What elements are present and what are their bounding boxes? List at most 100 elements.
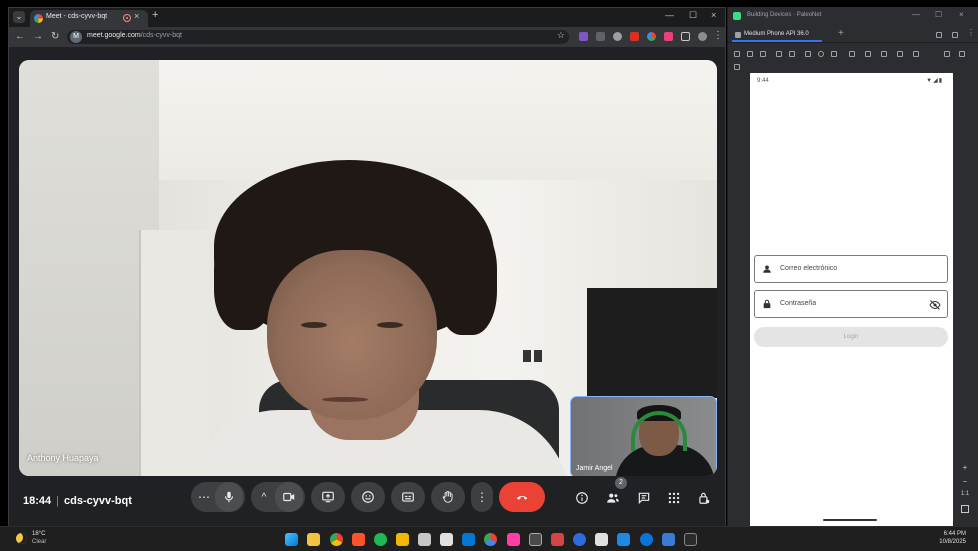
chrome-taskbar-icon[interactable] xyxy=(330,533,343,546)
screen-record-icon[interactable] xyxy=(881,51,887,57)
start-windows-icon[interactable] xyxy=(285,533,298,546)
bookmark-star-icon[interactable]: ☆ xyxy=(557,30,565,41)
new-tab-button[interactable]: + xyxy=(152,9,158,21)
raise-hand-button[interactable] xyxy=(431,482,465,512)
main-video-tile[interactable]: Anthony Huapaya Jamir Angel xyxy=(19,60,717,476)
chrome-2-icon[interactable] xyxy=(484,533,497,546)
studio-maximize-button[interactable]: ☐ xyxy=(935,10,942,19)
snapshot-icon[interactable] xyxy=(734,64,740,70)
zoom-in-button[interactable]: + xyxy=(958,463,972,475)
taskbar-clock[interactable]: 6:44 PM xyxy=(936,531,966,537)
app-14-icon[interactable] xyxy=(573,533,586,546)
device-settings-icon[interactable] xyxy=(936,32,942,38)
extension-3-icon[interactable] xyxy=(613,32,622,41)
moon-weather-icon[interactable] xyxy=(16,533,27,544)
camera-button[interactable] xyxy=(275,482,303,512)
upload-icon[interactable] xyxy=(897,51,903,57)
power-icon[interactable] xyxy=(734,51,740,57)
file-explorer-icon[interactable] xyxy=(307,533,320,546)
mic-button[interactable] xyxy=(215,482,243,512)
extension-5-icon[interactable] xyxy=(647,32,656,41)
studio-minimize-button[interactable]: — xyxy=(912,10,920,19)
profile-avatar-icon[interactable] xyxy=(698,32,707,41)
zoom-out-button[interactable]: − xyxy=(958,477,972,489)
meeting-time: 18:44 xyxy=(23,495,52,507)
back-button[interactable]: ← xyxy=(15,31,25,42)
app-8-icon[interactable] xyxy=(440,533,453,546)
emoji-icon xyxy=(362,491,374,503)
video-eye-left xyxy=(301,322,327,328)
app-13-icon[interactable] xyxy=(551,533,564,546)
extension-4-icon[interactable] xyxy=(630,32,639,41)
site-info-icon[interactable]: M xyxy=(70,31,82,43)
chrome-maximize-button[interactable]: ☐ xyxy=(689,10,697,21)
brave-icon[interactable] xyxy=(352,533,365,546)
notes-icon[interactable] xyxy=(396,533,409,546)
extension-1-icon[interactable] xyxy=(579,32,588,41)
back-nav-icon[interactable] xyxy=(805,51,811,57)
spotify-icon[interactable] xyxy=(374,533,387,546)
email-field[interactable]: Correo electrónico xyxy=(754,255,948,283)
app-18-icon[interactable] xyxy=(662,533,675,546)
app-19-icon[interactable] xyxy=(684,533,697,546)
forward-button[interactable]: → xyxy=(33,31,43,42)
chrome-menu-icon[interactable]: ⋮ xyxy=(713,30,723,41)
meeting-info: 18:44 | cds-cyvv-bqt xyxy=(23,495,132,507)
reactions-button[interactable] xyxy=(351,482,385,512)
tab-search-button[interactable]: ⌄ xyxy=(13,11,25,23)
gesture-nav-bar[interactable] xyxy=(823,519,877,521)
extension-2-icon[interactable] xyxy=(596,32,605,41)
device-panel-menu-icon[interactable]: ⋮ xyxy=(967,28,975,37)
reload-button[interactable]: ↻ xyxy=(51,31,59,42)
download-icon[interactable] xyxy=(913,51,919,57)
fit-screen-icon[interactable] xyxy=(961,505,969,513)
vscode-icon[interactable] xyxy=(462,533,475,546)
app-7-icon[interactable] xyxy=(418,533,431,546)
rotate-right-icon[interactable] xyxy=(789,51,795,57)
checkmark-icon[interactable] xyxy=(959,51,965,57)
app-11-icon[interactable] xyxy=(507,533,520,546)
more-options-button[interactable]: ⋮ xyxy=(471,482,493,512)
chrome-close-button[interactable]: × xyxy=(711,10,716,20)
add-device-button[interactable]: + xyxy=(838,28,844,39)
people-button[interactable] xyxy=(604,489,622,507)
volume-down-icon[interactable] xyxy=(760,51,766,57)
app-15-icon[interactable] xyxy=(595,533,608,546)
password-field[interactable]: Contraseña xyxy=(754,290,948,318)
home-nav-icon[interactable] xyxy=(818,51,824,57)
host-controls-button[interactable] xyxy=(695,489,713,507)
app-12-icon[interactable] xyxy=(529,533,542,546)
taskbar-date[interactable]: 10/8/2025 xyxy=(930,539,966,545)
device-mirror-icon[interactable] xyxy=(952,32,958,38)
app-17-icon[interactable] xyxy=(640,533,653,546)
fold-icon[interactable] xyxy=(849,51,855,57)
self-video-tile[interactable]: Jamir Angel xyxy=(570,396,717,476)
overview-nav-icon[interactable] xyxy=(831,51,837,57)
meeting-details-button[interactable] xyxy=(573,489,591,507)
studio-close-button[interactable]: × xyxy=(959,10,964,19)
extensions-puzzle-icon[interactable] xyxy=(681,32,690,41)
meet-controls-bar: 18:44 | cds-cyvv-bqt ⋯ ^ ⋮ 2 xyxy=(9,476,725,527)
visibility-off-icon[interactable] xyxy=(929,299,941,311)
video-options-button[interactable]: ^ xyxy=(253,492,275,503)
zoom-actual-size-button[interactable]: 1:1 xyxy=(958,491,972,503)
address-bar[interactable]: M meet.google.com/cds-cyvv-bqt ☆ xyxy=(67,30,569,44)
tab-meet[interactable]: Meet - cds-cyvv-bqt × xyxy=(30,10,148,27)
present-button[interactable] xyxy=(311,482,345,512)
extension-6-icon[interactable] xyxy=(664,32,673,41)
rotate-left-icon[interactable] xyxy=(776,51,782,57)
chrome-minimize-button[interactable]: — xyxy=(665,10,674,20)
leave-call-button[interactable] xyxy=(499,482,545,512)
chat-button[interactable] xyxy=(635,489,653,507)
extended-controls-icon[interactable] xyxy=(944,51,950,57)
tab-close-icon[interactable]: × xyxy=(134,11,139,21)
login-button[interactable]: Login xyxy=(754,327,948,347)
activities-button[interactable] xyxy=(665,489,683,507)
app-16-icon[interactable] xyxy=(617,533,630,546)
captions-button[interactable] xyxy=(391,482,425,512)
volume-up-icon[interactable] xyxy=(747,51,753,57)
device-tab[interactable]: Medium Phone API 36.0 xyxy=(732,28,822,42)
screenshot-icon[interactable] xyxy=(865,51,871,57)
people-icon xyxy=(607,493,619,503)
audio-options-button[interactable]: ⋯ xyxy=(193,490,215,504)
